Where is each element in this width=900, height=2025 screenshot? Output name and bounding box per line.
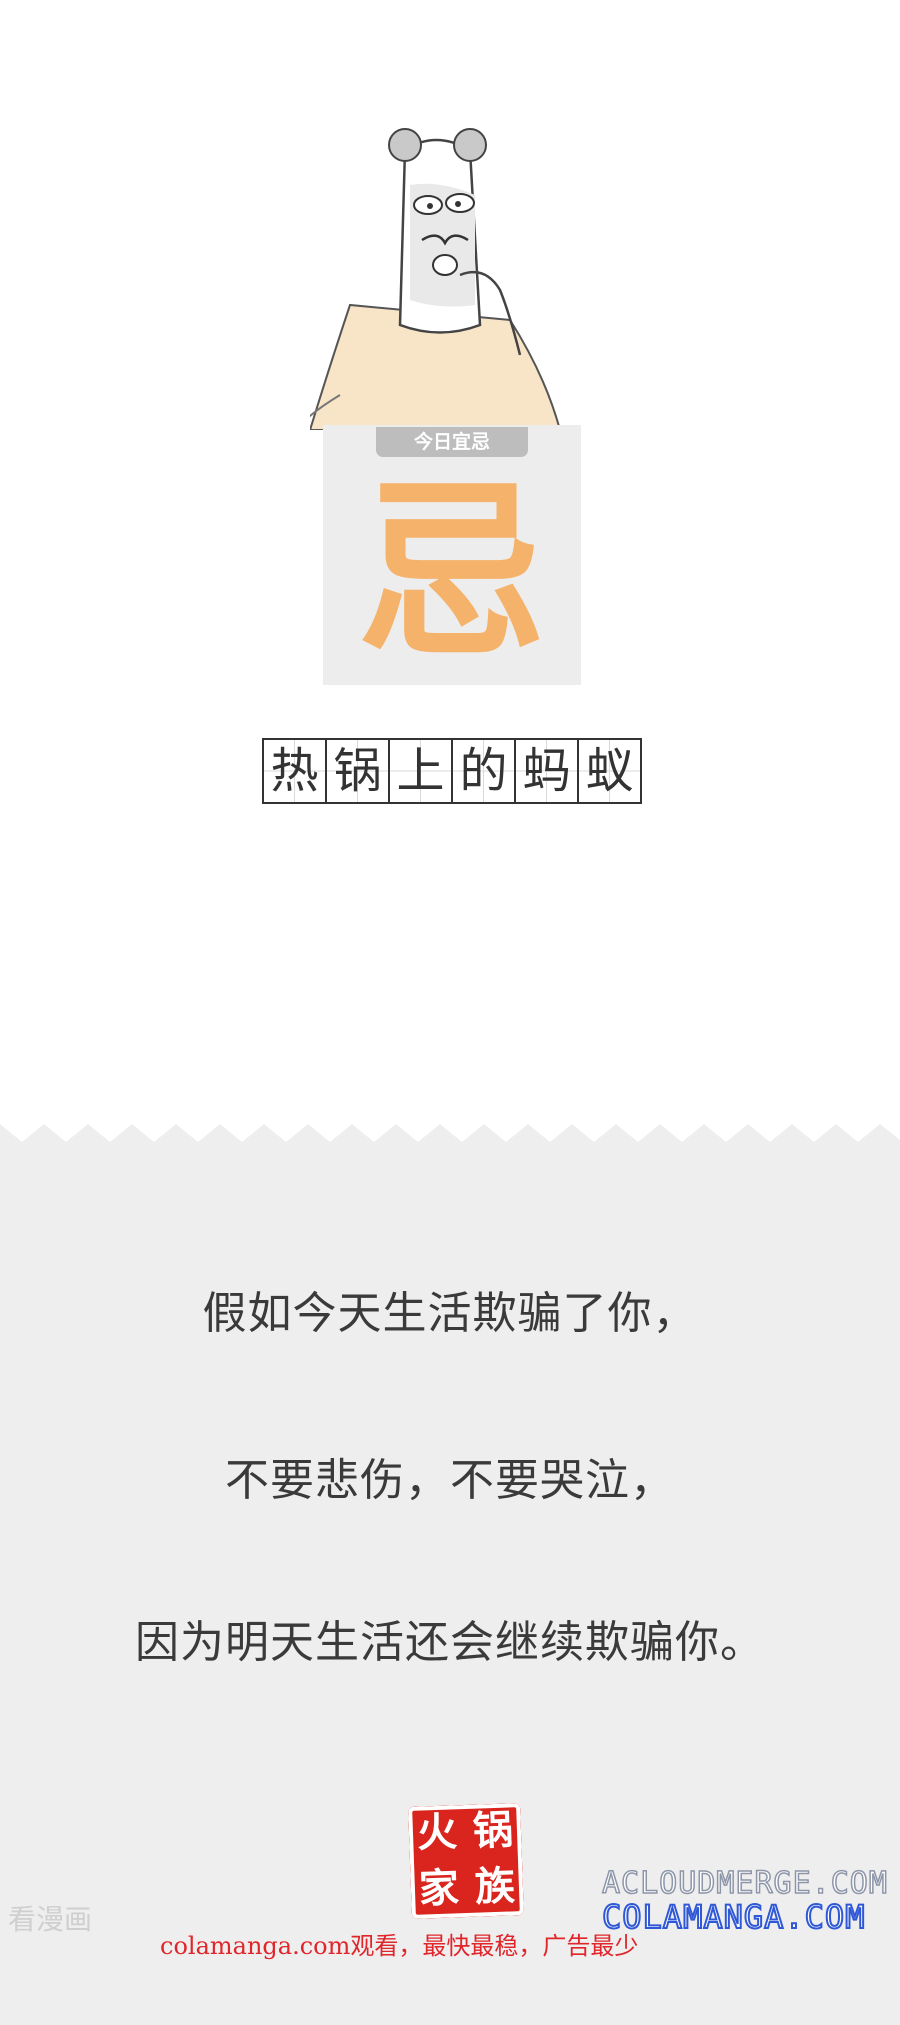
publisher-seal: 火 锅 家 族 [408,1803,524,1919]
quote-line-2: 不要悲伤，不要哭泣， [225,1455,675,1506]
quote-line-3: 因为明天生活还会继续欺骗你。 [135,1617,765,1668]
taboo-glyph: 忌 [356,462,547,683]
chapter-title: 热 锅 上 的 蚂 蚁 [262,738,642,804]
seal-character: 家 [418,1864,460,1913]
brand-watermark-top: ACLOUDMERGE.COM [601,1865,888,1902]
title-character: 锅 [327,740,390,802]
title-character: 蚁 [579,740,642,802]
title-character: 上 [390,740,453,802]
zigzag-edge [0,1124,900,1144]
brand-watermark-bottom: COLAMANGA.COM [601,1897,866,1937]
watermark-text: 看漫画 [8,1903,93,1936]
seal-character: 族 [474,1862,516,1911]
ad-link-text[interactable]: colamanga.com观看，最快最稳，广告最少 [160,1926,638,1961]
daily-taboo-card: 今日宜忌 忌 [323,425,581,685]
seal-character: 火 [416,1808,458,1857]
seal-character: 锅 [472,1806,514,1855]
title-character: 的 [453,740,516,802]
quote-line-1: 假如今天生活欺骗了你， [202,1288,698,1339]
page: 今日宜忌 忌 热 锅 上 的 蚂 蚁 假如今天生活欺骗了你， 不要悲伤，不要哭泣… [0,0,900,2025]
title-character: 热 [264,740,327,802]
title-character: 蚂 [516,740,579,802]
card-tag: 今日宜忌 [376,427,528,457]
character-illustration [310,128,560,430]
